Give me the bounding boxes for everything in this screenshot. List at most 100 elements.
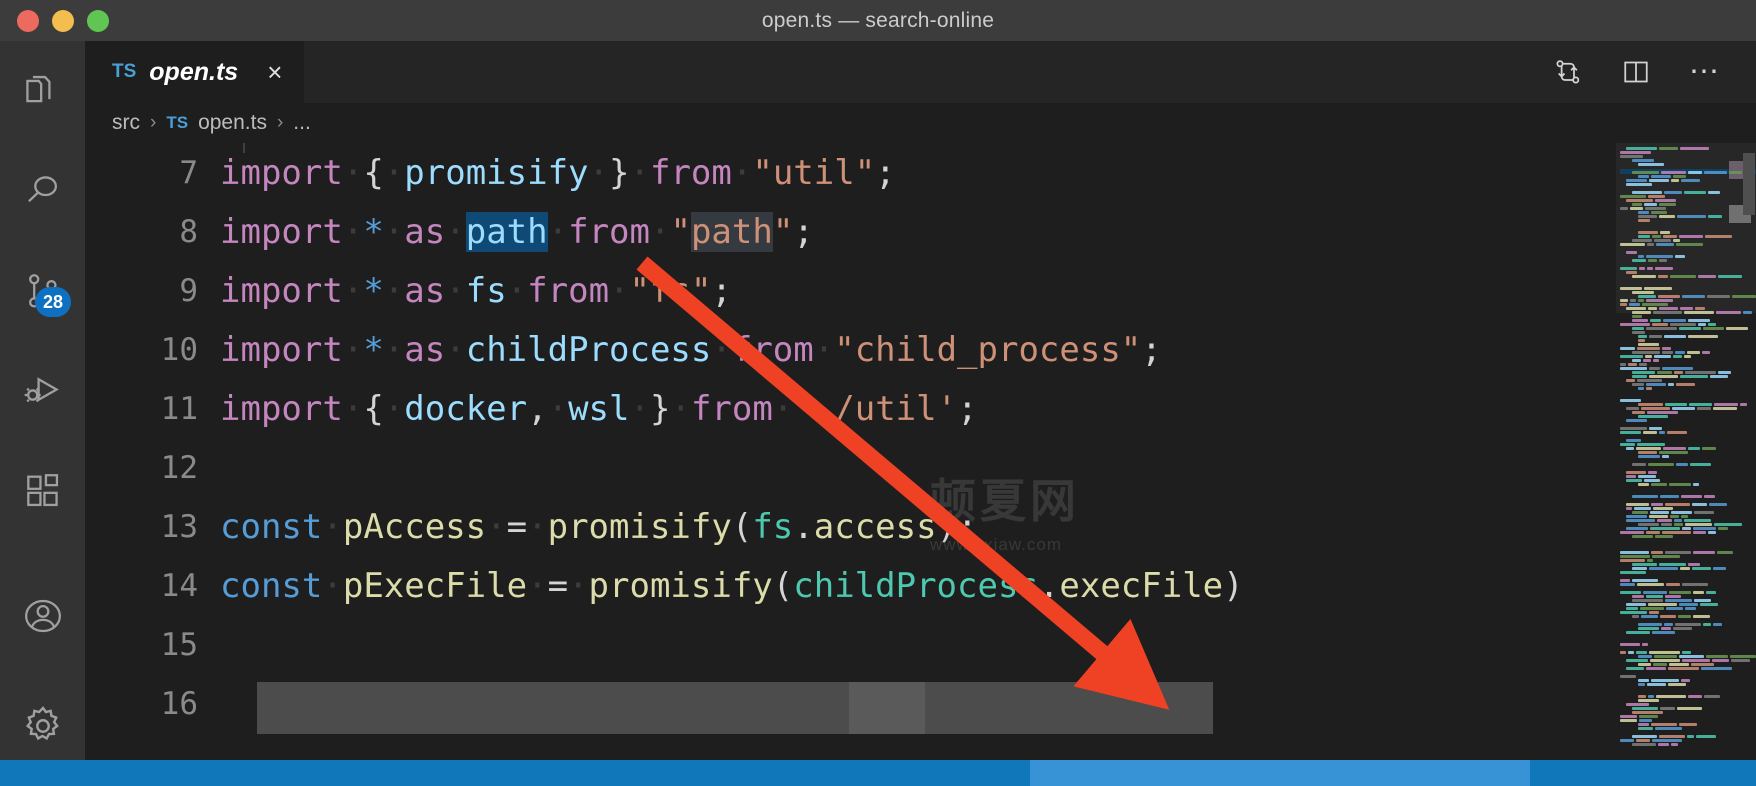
- split-editor-icon[interactable]: [1621, 57, 1651, 87]
- files-icon: [21, 69, 65, 113]
- code-token: ·: [547, 211, 569, 252]
- search-icon: [21, 169, 65, 213]
- tab-open-ts[interactable]: TS open.ts ×: [85, 41, 305, 103]
- code-token: wsl: [568, 388, 630, 429]
- breadcrumb-item-src[interactable]: src: [112, 111, 140, 135]
- close-window-button[interactable]: [17, 9, 39, 32]
- editor-scrollbar[interactable]: [1742, 143, 1756, 775]
- code-editor[interactable]: 7 import·{·promisify·}·from·"util"; 8 impor…: [85, 143, 1756, 775]
- code-token: pExecFile: [342, 565, 528, 606]
- sidebar-item-source-control[interactable]: 28: [0, 241, 85, 341]
- minimize-window-button[interactable]: [52, 9, 74, 32]
- code-token: const: [220, 565, 323, 606]
- sidebar-item-explorer[interactable]: [0, 41, 85, 141]
- line-number: 15: [160, 626, 198, 663]
- code-token: ·: [383, 329, 405, 370]
- line-content[interactable]: import·*·as·path·from·"path";: [220, 211, 814, 252]
- code-line[interactable]: 12: [85, 438, 1440, 497]
- line-number: 7: [179, 154, 198, 191]
- code-token: .: [1038, 565, 1060, 606]
- code-token: ·: [445, 211, 466, 252]
- code-token: .: [793, 506, 814, 547]
- line-number: 14: [160, 567, 198, 604]
- code-token: ;: [1141, 329, 1162, 370]
- window-title: open.ts — search-online: [761, 8, 995, 32]
- line-content[interactable]: import·{·docker,·wsl·}·from·'./util';: [220, 389, 978, 429]
- code-token: =: [547, 565, 569, 606]
- gear-icon: [20, 703, 66, 749]
- breadcrumb-item-symbols[interactable]: ...: [293, 111, 311, 135]
- code-token: ·: [342, 270, 364, 311]
- breadcrumb[interactable]: src › TS open.ts › ...: [85, 103, 1756, 143]
- sidebar-item-search[interactable]: [0, 141, 85, 241]
- code-token: ;: [793, 211, 814, 252]
- code-token: ·: [383, 211, 405, 252]
- code-line[interactable]: 16: [85, 674, 1440, 734]
- scrollbar-thumb[interactable]: [1743, 153, 1755, 215]
- close-icon[interactable]: ×: [267, 59, 282, 85]
- code-lines[interactable]: 7 import·{·promisify·}·from·"util"; 8 impor…: [85, 143, 1440, 775]
- activity-bar[interactable]: 28: [0, 41, 85, 786]
- line-number: 11: [160, 390, 198, 427]
- sidebar-item-extensions[interactable]: [0, 441, 85, 541]
- status-bar[interactable]: [0, 760, 1756, 786]
- code-token: ·: [731, 152, 753, 193]
- indent-guide: [243, 143, 245, 153]
- line-content[interactable]: import·{·promisify·}·from·"util";: [220, 153, 896, 193]
- code-token: path: [690, 211, 773, 252]
- code-token: ·: [711, 329, 732, 370]
- minimap[interactable]: [1616, 143, 1756, 775]
- account-icon: [21, 594, 65, 638]
- code-line[interactable]: 7 import·{·promisify·}·from·"util";: [85, 143, 1440, 202]
- typescript-file-icon: TS: [112, 61, 137, 82]
- code-token: }: [649, 388, 671, 429]
- editor-actions[interactable]: ⋯: [1553, 41, 1756, 103]
- code-token: (: [772, 565, 794, 606]
- line-number: 8: [179, 213, 198, 250]
- selection-highlight: [925, 682, 1213, 734]
- line-content[interactable]: import·*·as·childProcess·from·"child_pro…: [220, 330, 1162, 370]
- code-line[interactable]: 15: [85, 615, 1440, 674]
- code-token: pAccess: [342, 506, 487, 547]
- code-token: ·: [588, 152, 609, 193]
- code-token: ·: [342, 329, 364, 370]
- typescript-file-icon: TS: [166, 113, 189, 132]
- line-content[interactable]: const·pExecFile·=·promisify(childProcess…: [220, 566, 1244, 606]
- run-debug-icon: [21, 369, 65, 413]
- vscode-window: open.ts — search-online 28 TS open.ts × …: [0, 0, 1756, 786]
- code-token: *: [363, 270, 384, 311]
- compare-changes-icon[interactable]: [1553, 57, 1583, 87]
- editor-tab-bar: TS open.ts × ⋯: [85, 41, 1756, 103]
- sidebar-item-accounts[interactable]: [0, 566, 85, 666]
- code-token: ·: [342, 388, 364, 429]
- code-token: execFile: [1059, 565, 1224, 606]
- maximize-window-button[interactable]: [87, 9, 109, 32]
- code-token: ·: [547, 388, 569, 429]
- code-token: as: [404, 211, 446, 252]
- code-line[interactable]: 10 import·*·as·childProcess·from·"child_p…: [85, 320, 1440, 379]
- sidebar-item-run-and-debug[interactable]: [0, 341, 85, 441]
- code-token: ·: [445, 270, 466, 311]
- code-token: ·: [506, 270, 528, 311]
- code-line[interactable]: 14 const·pExecFile·=·promisify(childProce…: [85, 556, 1440, 615]
- breadcrumb-item-open-ts[interactable]: open.ts: [198, 111, 267, 135]
- code-token: {: [363, 152, 384, 193]
- line-content[interactable]: const·pAccess·=·promisify(fs.access);: [220, 507, 978, 547]
- code-token: *: [363, 211, 384, 252]
- code-token: path: [465, 211, 548, 252]
- code-line[interactable]: 9 import·*·as·fs·from·"fs";: [85, 261, 1440, 320]
- code-token: }: [609, 152, 630, 193]
- code-token: ": [670, 211, 691, 252]
- code-token: {: [363, 388, 384, 429]
- code-line[interactable]: 11 import·{·docker,·wsl·}·from·'./util';: [85, 379, 1440, 438]
- code-line[interactable]: 8 import·*·as·path·from·"path";: [85, 202, 1440, 261]
- extensions-icon: [21, 469, 65, 513]
- code-token: childProcess: [793, 565, 1039, 606]
- window-controls[interactable]: [0, 9, 109, 32]
- code-line[interactable]: 13 const·pAccess·=·promisify(fs.access);: [85, 497, 1440, 556]
- ellipsis-icon[interactable]: ⋯: [1689, 57, 1722, 87]
- line-content[interactable]: import·*·as·fs·from·"fs";: [220, 271, 732, 311]
- line-number: 12: [160, 449, 198, 486]
- code-token: './util': [793, 388, 958, 429]
- code-token: from: [690, 388, 773, 429]
